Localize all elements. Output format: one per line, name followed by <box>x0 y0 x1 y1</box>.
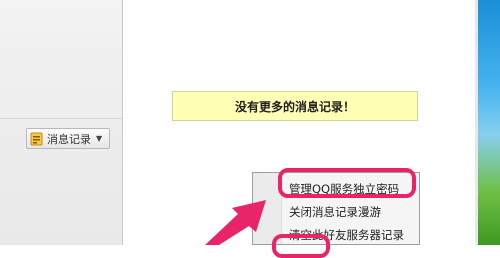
message-record-label: 消息记录 <box>47 132 91 146</box>
dropdown-caret-icon[interactable]: ▼ <box>96 134 102 143</box>
note-icon <box>30 132 44 146</box>
highlight-ring-secondary <box>272 234 330 258</box>
message-record-button[interactable]: 消息记录 ▼ <box>26 128 110 149</box>
window-border <box>475 0 478 245</box>
menu-item-disable-roaming[interactable]: 关闭消息记录漫游 <box>289 202 381 222</box>
highlight-ring-primary <box>278 168 416 198</box>
left-panel: 消息记录 ▼ <box>0 0 123 245</box>
panel-divider <box>0 118 122 119</box>
desktop-background-edge <box>475 0 500 245</box>
no-more-records-notice: 没有更多的消息记录！ <box>172 91 418 121</box>
